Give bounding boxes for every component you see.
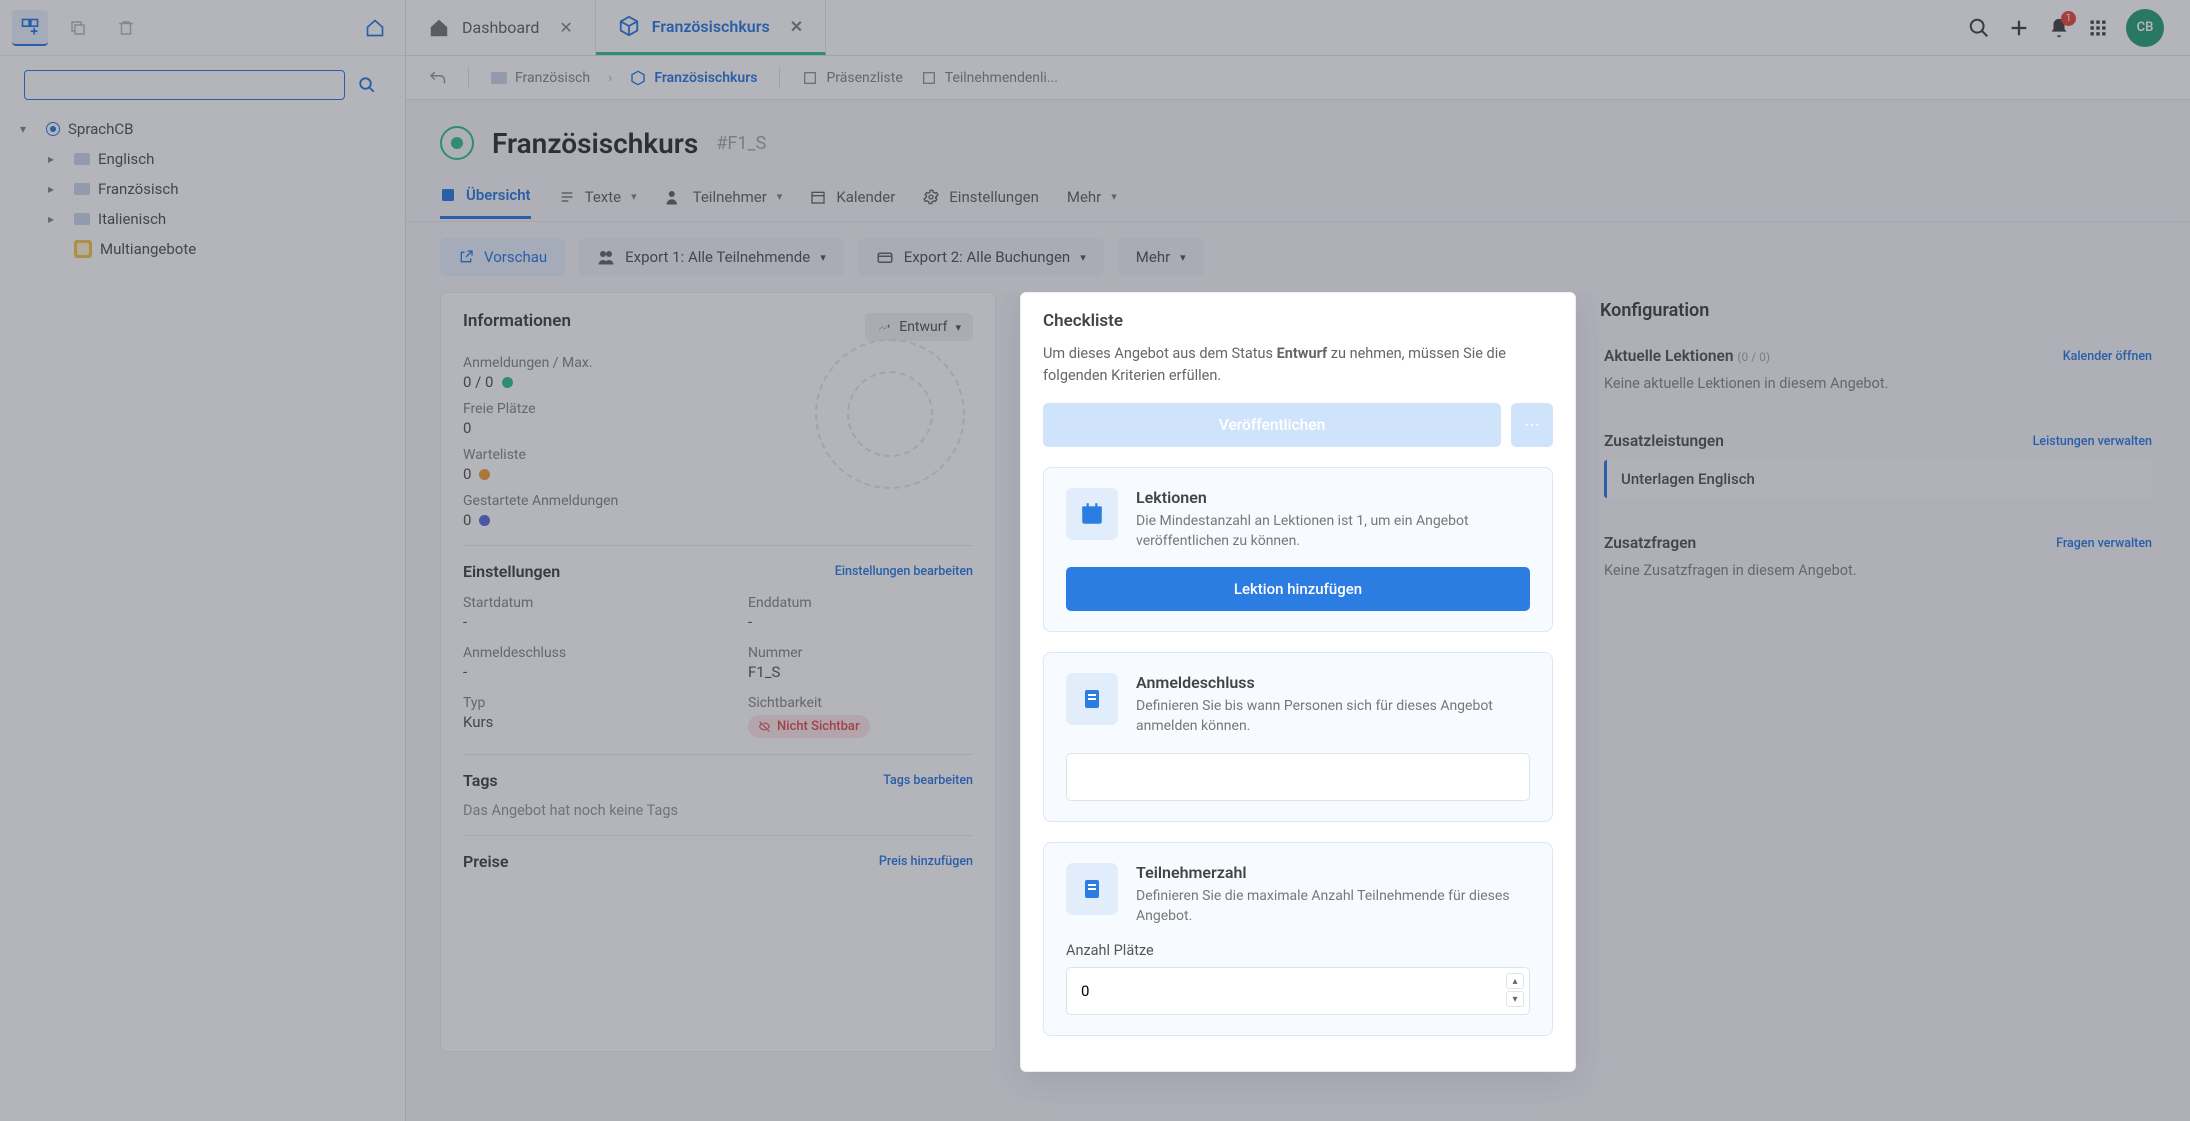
extra-item[interactable]: Unterlagen Englisch: [1604, 460, 2152, 498]
notif-badge: 1: [2061, 11, 2076, 26]
capacity-input[interactable]: [1066, 967, 1530, 1015]
info-title: Informationen: [463, 311, 571, 331]
checklist-title: Checkliste: [1043, 311, 1553, 331]
subtab-texts[interactable]: Texte▾: [559, 176, 637, 218]
publish-button[interactable]: Veröffentlichen: [1043, 403, 1501, 447]
tab-dashboard[interactable]: Dashboard ✕: [406, 0, 596, 55]
checklist-intro: Um dieses Angebot aus dem Status Entwurf…: [1043, 343, 1553, 387]
crumb-course[interactable]: Französischkurs: [630, 70, 757, 86]
status-dropdown[interactable]: Entwurf ▾: [865, 313, 973, 341]
edit-settings-link[interactable]: Einstellungen bearbeiten: [835, 564, 973, 579]
publish-more-button[interactable]: ⋯: [1511, 403, 1553, 447]
search-icon[interactable]: [1968, 17, 1990, 39]
bell-icon[interactable]: 1: [2048, 17, 2070, 39]
manage-extras-link[interactable]: Leistungen verwalten: [2033, 434, 2152, 449]
apps-icon[interactable]: [2088, 18, 2108, 38]
add-price-link[interactable]: Preis hinzufügen: [879, 854, 973, 869]
tree-search-input[interactable]: [24, 70, 345, 100]
dot-green-icon: [502, 377, 513, 388]
add-icon[interactable]: [2008, 17, 2030, 39]
stepper-up-icon[interactable]: ▴: [1506, 973, 1524, 989]
export1-button[interactable]: Export 1: Alle Teilnehmende▾: [579, 238, 844, 276]
donut-placeholder-icon: [815, 339, 965, 489]
new-item-tool[interactable]: [12, 10, 48, 46]
chevron-right-icon: ▸: [48, 212, 66, 226]
home-icon: [428, 17, 450, 39]
status-indicator-icon: [440, 126, 474, 160]
subtab-settings[interactable]: Einstellungen: [923, 176, 1039, 218]
subtab-overview[interactable]: Übersicht: [440, 174, 531, 219]
close-icon[interactable]: ✕: [790, 17, 803, 36]
folder-icon: [74, 213, 90, 225]
crumb-franzoesisch[interactable]: Französisch: [491, 70, 590, 86]
chevron-right-icon: ›: [608, 70, 612, 86]
calendar-icon: [1066, 488, 1118, 540]
export2-button[interactable]: Export 2: Alle Buchungen▾: [858, 238, 1104, 276]
page-id: #F1_S: [716, 133, 766, 154]
main: Dashboard ✕ Französischkurs ✕ 1 CB Franz…: [406, 0, 2190, 1121]
tree-root[interactable]: ▾ SprachCB: [16, 114, 389, 144]
chevron-down-icon: ▾: [20, 122, 38, 136]
crumb-participants[interactable]: Teilnehmendenli...: [921, 70, 1058, 86]
folder-icon: [74, 183, 90, 195]
dot-blue-icon: [479, 515, 490, 526]
form-icon: [1066, 673, 1118, 725]
chevron-down-icon: ▾: [631, 190, 637, 203]
deadline-input[interactable]: [1066, 753, 1530, 801]
open-calendar-link[interactable]: Kalender öffnen: [2063, 349, 2152, 364]
chevron-right-icon: ▸: [48, 152, 66, 166]
check-card-capacity: TeilnehmerzahlDefinieren Sie die maximal…: [1043, 842, 1553, 1037]
chevron-down-icon: ▾: [955, 321, 961, 334]
manage-questions-link[interactable]: Fragen verwalten: [2056, 536, 2152, 551]
tree-search-button[interactable]: [353, 71, 381, 99]
more-actions-button[interactable]: Mehr▾: [1118, 238, 1204, 276]
chevron-down-icon: ▾: [777, 190, 783, 203]
folder-icon: [491, 72, 507, 84]
edit-tags-link[interactable]: Tags bearbeiten: [883, 773, 973, 788]
form-icon: [1066, 863, 1118, 915]
page-title: Französischkurs: [492, 127, 698, 160]
tree-item-franzoesisch[interactable]: ▸Französisch: [44, 174, 389, 204]
close-icon[interactable]: ✕: [559, 18, 572, 37]
cube-icon: [618, 15, 640, 37]
chevron-down-icon: ▾: [820, 251, 826, 264]
subtab-participants[interactable]: Teilnehmer▾: [665, 176, 783, 218]
dot-orange-icon: [479, 469, 490, 480]
home-tool[interactable]: [357, 10, 393, 46]
avatar[interactable]: CB: [2126, 9, 2164, 47]
copy-tool[interactable]: [60, 10, 96, 46]
check-card-deadline: AnmeldeschlussDefinieren Sie bis wann Pe…: [1043, 652, 1553, 822]
stepper-down-icon[interactable]: ▾: [1506, 991, 1524, 1007]
subtab-more[interactable]: Mehr▾: [1067, 176, 1117, 218]
radio-icon: [46, 122, 60, 136]
chevron-down-icon: ▾: [1111, 190, 1117, 203]
add-lesson-button[interactable]: Lektion hinzufügen: [1066, 567, 1530, 611]
sidebar: ▾ SprachCB ▸Englisch ▸Französisch ▸Itali…: [0, 0, 406, 1121]
check-card-lessons: LektionenDie Mindestanzahl an Lektionen …: [1043, 467, 1553, 633]
info-panel: Informationen Entwurf ▾ Anmeldungen / Ma…: [440, 292, 996, 1052]
chevron-right-icon: ▸: [48, 182, 66, 196]
preview-button[interactable]: Vorschau: [440, 238, 565, 276]
chevron-down-icon: ▾: [1180, 251, 1186, 264]
multi-icon: [74, 240, 92, 258]
checklist-panel: Checkliste Um dieses Angebot aus dem Sta…: [1020, 292, 1576, 1072]
back-icon[interactable]: [428, 69, 446, 87]
delete-tool[interactable]: [108, 10, 144, 46]
config-title: Konfiguration: [1600, 300, 2156, 321]
visibility-badge: Nicht Sichtbar: [748, 715, 870, 738]
crumb-presence[interactable]: Präsenzliste: [802, 70, 902, 86]
tree-item-englisch[interactable]: ▸Englisch: [44, 144, 389, 174]
folder-icon: [74, 153, 90, 165]
chevron-down-icon: ▾: [1080, 251, 1086, 264]
tree-item-italienisch[interactable]: ▸Italienisch: [44, 204, 389, 234]
tree-item-multi[interactable]: Multiangebote: [44, 234, 389, 264]
tab-course[interactable]: Französischkurs ✕: [596, 0, 826, 55]
tree-root-label: SprachCB: [68, 120, 134, 138]
subtab-calendar[interactable]: Kalender: [810, 176, 895, 218]
